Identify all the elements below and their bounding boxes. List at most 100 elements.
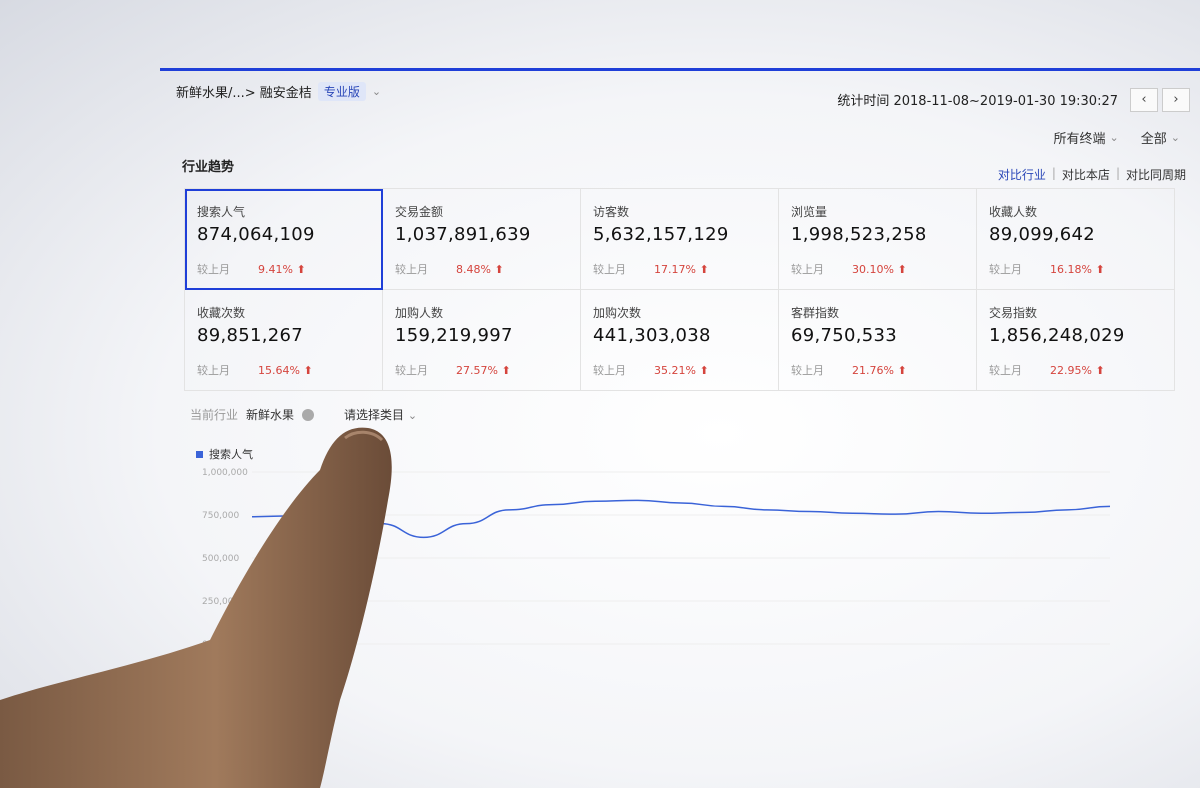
compare-tabs: 对比行业 | 对比本店 | 对比同周期: [998, 166, 1186, 183]
metric-card[interactable]: 收藏次数 89,851,267 较上月 15.64% ⬆: [185, 290, 383, 391]
filter-bar: 所有终端 ⌄ 全部 ⌄: [1054, 128, 1180, 147]
metric-name: 加购人数: [395, 306, 444, 320]
metric-card[interactable]: 访客数 5,632,157,129 较上月 17.17% ⬆: [581, 189, 779, 290]
change-percent: 15.64%: [258, 363, 300, 377]
divider: |: [1051, 166, 1056, 180]
compare-store-tab[interactable]: 对比本店: [1062, 166, 1110, 183]
edition-badge: 专业版: [317, 82, 366, 101]
scope-select-label: 全部: [1140, 132, 1167, 147]
arrow-up-icon: ⬆: [1095, 363, 1105, 377]
y-tick-label: 1,000,000: [202, 468, 248, 478]
compare-label: 较上月: [593, 263, 626, 276]
compare-industry-tab[interactable]: 对比行业: [998, 166, 1046, 183]
metric-name: 收藏次数: [197, 306, 246, 320]
metric-name: 浏览量: [791, 205, 828, 219]
metric-compare: 较上月 21.76% ⬆: [791, 362, 907, 378]
scope-select[interactable]: 全部 ⌄: [1141, 128, 1180, 147]
arrow-up-icon: ⬆: [1095, 262, 1105, 276]
metric-name: 交易金额: [395, 205, 444, 219]
y-tick-label: 0: [202, 640, 208, 650]
metric-card[interactable]: 加购次数 441,303,038 较上月 35.21% ⬆: [581, 290, 779, 391]
metric-card[interactable]: 收藏人数 89,099,642 较上月 16.18% ⬆: [977, 189, 1175, 290]
prev-period-button[interactable]: ‹: [1130, 88, 1158, 112]
metric-card[interactable]: 客群指数 69,750,533 较上月 21.76% ⬆: [779, 290, 977, 391]
y-tick-label: 250,000: [202, 597, 239, 607]
change-percent: 30.10%: [852, 262, 894, 276]
metric-value: 69,750,533: [791, 325, 898, 346]
breadcrumb[interactable]: 新鲜水果/...> 融安金桔 专业版 ⌄: [176, 82, 381, 101]
chevron-down-icon: ⌄: [1170, 131, 1180, 144]
legend-label: 搜索人气: [209, 448, 253, 461]
stat-time: 统计时间 2018-11-08~2019-01-30 19:30:27: [837, 90, 1118, 109]
arrow-up-icon: ⬆: [296, 262, 306, 276]
compare-label: 较上月: [791, 263, 824, 276]
next-period-button[interactable]: ›: [1162, 88, 1190, 112]
compare-label: 较上月: [197, 263, 230, 276]
compare-label: 较上月: [791, 364, 824, 377]
arrow-up-icon: ⬆: [699, 262, 709, 276]
metric-compare: 较上月 27.57% ⬆: [395, 362, 511, 378]
series-line-search-popularity[interactable]: [251, 499, 1111, 539]
terminal-select-label: 所有终端: [1053, 132, 1106, 147]
info-icon[interactable]: [302, 408, 315, 421]
arrow-up-icon: ⬆: [494, 262, 504, 276]
y-tick-label: 750,000: [202, 511, 239, 521]
compare-period-tab[interactable]: 对比同周期: [1126, 166, 1186, 183]
change-percent: 8.48%: [456, 262, 491, 276]
metric-card[interactable]: 交易指数 1,856,248,029 较上月 22.95% ⬆: [977, 290, 1175, 391]
chevron-down-icon[interactable]: ⌄: [372, 85, 381, 98]
breadcrumb-text[interactable]: 新鲜水果/...> 融安金桔: [176, 82, 312, 101]
metric-value: 1,037,891,639: [395, 224, 531, 245]
compare-label: 较上月: [989, 263, 1022, 276]
metric-value: 89,099,642: [989, 224, 1096, 245]
metric-value: 874,064,109: [197, 224, 315, 245]
metric-name: 客群指数: [791, 306, 840, 320]
metric-card[interactable]: 浏览量 1,998,523,258 较上月 30.10% ⬆: [779, 189, 977, 290]
category-select-placeholder: 请选择类目: [344, 408, 405, 422]
metric-compare: 较上月 17.17% ⬆: [593, 261, 709, 277]
metric-compare: 较上月 16.18% ⬆: [989, 261, 1105, 277]
metric-grid: 搜索人气 874,064,109 较上月 9.41% ⬆ 交易金额 1,037,891,6…: [184, 188, 1175, 391]
metric-card[interactable]: 加购人数 159,219,997 较上月 27.57% ⬆: [383, 290, 581, 391]
app-window: 新鲜水果/...> 融安金桔 专业版 ⌄ 统计时间 2018-11-08~201…: [160, 68, 1200, 788]
metric-value: 441,303,038: [593, 325, 711, 346]
terminal-select[interactable]: 所有终端 ⌄: [1054, 128, 1119, 147]
metric-compare: 较上月 22.95% ⬆: [989, 362, 1105, 378]
chart-legend[interactable]: 搜索人气: [196, 446, 253, 462]
legend-swatch: [196, 450, 203, 458]
metric-compare: 较上月 15.64% ⬆: [197, 362, 313, 378]
metric-name: 加购次数: [593, 306, 642, 320]
metric-compare: 较上月 30.10% ⬆: [791, 261, 907, 277]
change-percent: 35.21%: [654, 363, 696, 377]
industry-value: 新鲜水果: [246, 408, 295, 422]
compare-label: 较上月: [395, 263, 428, 276]
stat-time-label: 统计时间: [837, 94, 890, 109]
change-percent: 21.76%: [852, 363, 894, 377]
industry-label: 当前行业: [190, 408, 239, 422]
compare-label: 较上月: [593, 364, 626, 377]
arrow-up-icon: ⬆: [897, 363, 907, 377]
category-select[interactable]: 请选择类目 ⌄: [344, 406, 417, 423]
arrow-up-icon: ⬆: [897, 262, 907, 276]
metric-card[interactable]: 搜索人气 874,064,109 较上月 9.41% ⬆: [185, 189, 383, 290]
metric-value: 159,219,997: [395, 325, 513, 346]
stat-time-value: 2018-11-08~2019-01-30 19:30:27: [893, 94, 1118, 109]
compare-label: 较上月: [197, 364, 230, 377]
change-percent: 17.17%: [654, 262, 696, 276]
trend-chart[interactable]: 1,000,000 750,000 500,000 250,000 0: [180, 462, 1130, 662]
metric-value: 1,856,248,029: [989, 325, 1125, 346]
top-accent-bar: [160, 68, 810, 71]
top-accent-bar-right: [788, 68, 1200, 71]
metric-card[interactable]: 交易金额 1,037,891,639 较上月 8.48% ⬆: [383, 189, 581, 290]
chevron-down-icon: ⌄: [407, 409, 418, 422]
metric-value: 5,632,157,129: [593, 224, 729, 245]
arrow-up-icon: ⬆: [501, 363, 511, 377]
metric-name: 搜索人气: [197, 205, 246, 219]
metric-value: 1,998,523,258: [791, 224, 927, 245]
chevron-down-icon: ⌄: [1109, 131, 1119, 144]
section-title: 行业趋势: [182, 160, 235, 175]
metric-compare: 较上月 9.41% ⬆: [197, 261, 306, 277]
industry-bar: 当前行业 新鲜水果 请选择类目 ⌄: [190, 406, 417, 423]
metric-compare: 较上月 35.21% ⬆: [593, 362, 709, 378]
change-percent: 16.18%: [1050, 262, 1092, 276]
